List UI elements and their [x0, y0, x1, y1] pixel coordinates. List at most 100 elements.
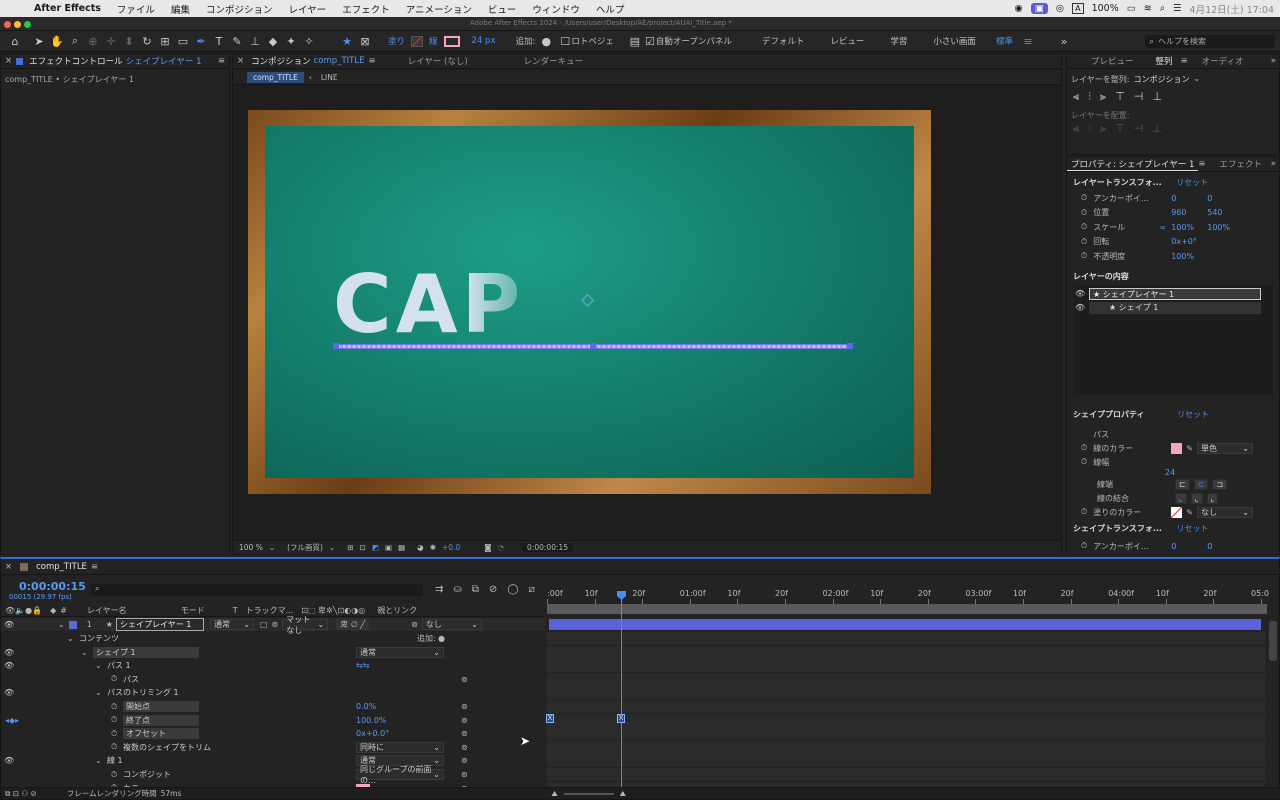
contents-item-shape[interactable]: ★ シェイプ 1: [1089, 302, 1261, 314]
render-queue-tab[interactable]: レンダーキュー: [516, 55, 592, 67]
stroke-swatch[interactable]: [443, 35, 460, 47]
layer-row[interactable]: 👁 ⌄ 1 ★ シェイプレイヤー 1 通常 ⌄ ▢ ⊚ マットなし ⌄ 卑 ∅ ╱ …: [1, 615, 545, 635]
layer-switches-icon[interactable]: 卑 ∅ ╱: [336, 619, 370, 630]
distribute-top-icon[interactable]: ⫷: [1073, 122, 1079, 136]
track-matte-dropdown[interactable]: マットなし ⌄: [282, 615, 329, 635]
channel-icon[interactable]: ◕: [417, 543, 424, 552]
rotobezier-checkbox[interactable]: ☐: [559, 33, 571, 49]
timeline-scrollbar[interactable]: [1269, 621, 1277, 661]
more-workspaces-icon[interactable]: »: [1055, 33, 1073, 49]
star-snap-icon[interactable]: ★: [338, 33, 356, 49]
shape-transform-reset[interactable]: リセット: [1177, 524, 1209, 533]
pen-tool-icon[interactable]: ✒: [192, 33, 210, 49]
brush-tool-icon[interactable]: ✎: [228, 33, 246, 49]
shape-anchor-y[interactable]: 0: [1207, 542, 1212, 551]
workspace-small-screen[interactable]: 小さい画面: [927, 35, 982, 47]
frame-blend-icon[interactable]: ⊘: [489, 584, 497, 595]
expression-pickwhip-icon[interactable]: ⊚: [461, 743, 468, 752]
property-dropdown[interactable]: 同時に ⌄: [356, 741, 444, 753]
current-time[interactable]: 0:00:00:15: [522, 543, 574, 552]
nav-arrow-icon[interactable]: ‹: [304, 73, 317, 82]
eyedropper-icon[interactable]: ✎: [1186, 444, 1193, 453]
timeline-property-row[interactable]: 👁 ⌄ シェイプ 1 通常 ⌄: [1, 646, 545, 659]
align-to-dropdown[interactable]: コンポジション: [1133, 74, 1189, 85]
layer-mode-dropdown[interactable]: 通常 ⌄: [209, 619, 254, 630]
stopwatch-icon[interactable]: ⏱: [1081, 251, 1087, 261]
eye-icon[interactable]: 👁: [1075, 289, 1085, 298]
help-search[interactable]: ⌕ ヘルプを検索: [1145, 35, 1275, 48]
stopwatch-icon[interactable]: ⏱: [1081, 193, 1087, 203]
panel-menu-icon[interactable]: ≡: [218, 56, 229, 66]
menu-app[interactable]: After Effects: [26, 3, 109, 14]
cap-square-icon[interactable]: ⊐: [1212, 478, 1228, 490]
current-time-indicator[interactable]: [621, 593, 622, 791]
nav-comp-title[interactable]: comp_TITLE: [247, 71, 304, 83]
layer-search[interactable]: ⌕: [91, 584, 423, 596]
timeline-property-row[interactable]: 👁 ⌄ パスのトリミング 1: [1, 686, 545, 699]
nav-line[interactable]: LINE: [317, 73, 342, 82]
close-comp-icon[interactable]: ×: [233, 56, 248, 66]
stopwatch-icon[interactable]: ⏱: [1081, 507, 1087, 517]
property-value[interactable]: 100.0%: [356, 716, 387, 725]
layer-duration-bar[interactable]: [549, 619, 1261, 630]
stroke-width-value[interactable]: 24: [1165, 468, 1175, 477]
path-vertex-start[interactable]: [333, 343, 339, 349]
comp-flowchart-icon[interactable]: ⇉: [435, 584, 443, 595]
preview-tab[interactable]: プレビュー: [1083, 55, 1142, 67]
stopwatch-icon[interactable]: ⏱: [111, 770, 117, 780]
expression-pickwhip-icon[interactable]: ⊚: [461, 770, 468, 779]
screen-share-icon[interactable]: ▣: [1030, 3, 1048, 14]
composition-tab[interactable]: コンポジション: [248, 55, 314, 67]
shy-icon[interactable]: ⧉: [472, 584, 479, 595]
stopwatch-icon[interactable]: ⏱: [1081, 237, 1087, 247]
timeline-track[interactable]: [547, 700, 1265, 714]
timeline-track[interactable]: [547, 672, 1265, 687]
zoom-level[interactable]: 100 %: [239, 543, 263, 552]
spotlight-icon[interactable]: ⌕: [1160, 3, 1165, 14]
control-center-icon[interactable]: ☰: [1173, 3, 1182, 14]
eye-icon[interactable]: 👁: [4, 648, 14, 657]
fill-type-dropdown[interactable]: なし ⌄: [1196, 506, 1253, 518]
rotate-tool-icon[interactable]: ↻: [138, 33, 156, 49]
expand-icon[interactable]: ⌄: [95, 688, 102, 697]
clock[interactable]: 4月12日(土) 17:04: [1190, 2, 1274, 16]
expand-icon[interactable]: ⌄: [67, 634, 74, 643]
snapshot-icon[interactable]: ◙: [484, 543, 491, 552]
timeline-property-row[interactable]: ⌄ コンテンツ 追加: ●: [1, 632, 545, 645]
timeline-track[interactable]: [547, 632, 1265, 646]
graph-editor-icon[interactable]: ⧄: [529, 584, 535, 595]
property-value[interactable]: 0.0%: [356, 702, 376, 711]
join-miter-icon[interactable]: ⌞: [1175, 492, 1187, 504]
menu-file[interactable]: ファイル: [109, 2, 163, 16]
distribute-vcenter-icon[interactable]: ⫶: [1088, 122, 1091, 136]
expand-icon[interactable]: ⌄: [81, 648, 88, 657]
eyedropper-icon[interactable]: ✎: [1186, 508, 1193, 517]
stopwatch-icon[interactable]: ⏱: [111, 715, 117, 725]
parent-header[interactable]: 親とリンク: [377, 605, 417, 616]
stopwatch-icon[interactable]: ⏱: [1081, 222, 1087, 232]
fill-label[interactable]: 塗り: [382, 35, 411, 47]
type-tool-icon[interactable]: T: [210, 33, 228, 49]
transform-value-1[interactable]: 100%: [1171, 223, 1207, 232]
timeline-property-row[interactable]: ◂◆▸ ⏱ 終了点 100.0% ⊚: [1, 714, 545, 727]
quality-dropdown[interactable]: (フル画質): [287, 542, 323, 553]
menu-composition[interactable]: コンポジション: [198, 2, 281, 16]
transform-value-1[interactable]: 0x+0°: [1171, 237, 1207, 246]
layer-name-header[interactable]: レイヤー名: [87, 605, 127, 616]
path-vertex-end[interactable]: [847, 343, 853, 349]
clone-stamp-tool-icon[interactable]: ⊥: [246, 33, 264, 49]
dolly-tool-icon[interactable]: ⬍: [120, 33, 138, 49]
zoom-tool-icon[interactable]: ⌕: [66, 33, 84, 49]
workspace-learn[interactable]: 学習: [884, 35, 913, 47]
timeline-property-row[interactable]: ⏱ 複数のシェイプをトリム 同時に ⌄ ⊚: [1, 741, 545, 754]
fill-swatch[interactable]: [411, 35, 424, 47]
parent-dropdown[interactable]: なし ⌄: [421, 619, 482, 630]
pan-behind-tool-icon[interactable]: ⊞: [156, 33, 174, 49]
effects-control-tab[interactable]: エフェクトコントロール: [26, 55, 126, 67]
expand-icon[interactable]: ⌄: [95, 756, 102, 765]
effects-layer-name[interactable]: シェイプレイヤー 1: [126, 55, 202, 67]
stroke-color-swatch[interactable]: [1171, 442, 1183, 454]
path-vertex-mid[interactable]: [590, 343, 596, 349]
wifi-icon[interactable]: ≋: [1144, 3, 1152, 14]
align-tab[interactable]: 整列: [1148, 55, 1181, 67]
